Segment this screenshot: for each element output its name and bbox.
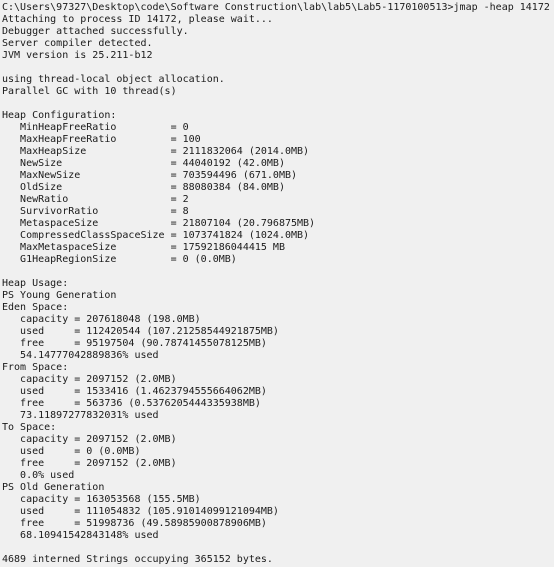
terminal-line: free = 2097152 (2.0MB) — [2, 458, 177, 469]
terminal-line: 68.10941542843148% used — [2, 530, 159, 541]
terminal-line: SurvivorRatio = 8 — [2, 206, 189, 217]
terminal-line: NewRatio = 2 — [2, 194, 189, 205]
terminal-line: To Space: — [2, 422, 57, 433]
terminal-line: capacity = 2097152 (2.0MB) — [2, 434, 177, 445]
terminal-line: Attaching to process ID 14172, please wa… — [2, 14, 273, 25]
terminal-line: Parallel GC with 10 thread(s) — [2, 86, 177, 97]
terminal-line: capacity = 163053568 (155.5MB) — [2, 494, 201, 505]
terminal-line: free = 51998736 (49.58985900878906MB) — [2, 518, 267, 529]
terminal-line: MaxHeapFreeRatio = 100 — [2, 134, 201, 145]
terminal-line: using thread-local object allocation. — [2, 74, 225, 85]
terminal-line: free = 95197504 (90.78741455078125MB) — [2, 338, 267, 349]
terminal-line: capacity = 2097152 (2.0MB) — [2, 374, 177, 385]
terminal-output-area[interactable]: C:\Users\97327\Desktop\code\Software Con… — [0, 0, 554, 567]
terminal-line: used = 111054832 (105.91014099121094MB) — [2, 506, 279, 517]
terminal-line: From Space: — [2, 362, 69, 373]
terminal-line: JVM version is 25.211-b12 — [2, 50, 153, 61]
terminal-line: OldSize = 88080384 (84.0MB) — [2, 182, 285, 193]
terminal-line: MaxMetaspaceSize = 17592186044415 MB — [2, 242, 285, 253]
terminal-prompt-line: C:\Users\97327\Desktop\code\Software Con… — [2, 2, 550, 13]
terminal-line: PS Old Generation — [2, 482, 105, 493]
terminal-line: MetaspaceSize = 21807104 (20.796875MB) — [2, 218, 316, 229]
terminal-line: PS Young Generation — [2, 290, 117, 301]
terminal-line: MinHeapFreeRatio = 0 — [2, 122, 189, 133]
terminal-line: G1HeapRegionSize = 0 (0.0MB) — [2, 254, 237, 265]
terminal-line: 54.14777042889836% used — [2, 350, 159, 361]
terminal-line: CompressedClassSpaceSize = 1073741824 (1… — [2, 230, 310, 241]
terminal-line: used = 112420544 (107.21258544921875MB) — [2, 326, 279, 337]
terminal-line: MaxNewSize = 703594496 (671.0MB) — [2, 170, 298, 181]
terminal-line: capacity = 207618048 (198.0MB) — [2, 314, 201, 325]
terminal-line: Heap Configuration: — [2, 110, 117, 121]
terminal-line: used = 1533416 (1.4623794555664062MB) — [2, 386, 267, 397]
terminal-line: MaxHeapSize = 2111832064 (2014.0MB) — [2, 146, 310, 157]
terminal-line: Server compiler detected. — [2, 38, 153, 49]
terminal-line: Heap Usage: — [2, 278, 69, 289]
terminal-line: 4689 interned Strings occupying 365152 b… — [2, 554, 273, 565]
terminal-line: Debugger attached successfully. — [2, 26, 189, 37]
terminal-line: 73.11897277832031% used — [2, 410, 159, 421]
terminal-line: free = 563736 (0.5376205444335938MB) — [2, 398, 261, 409]
terminal-line: 0.0% used — [2, 470, 75, 481]
terminal-line: NewSize = 44040192 (42.0MB) — [2, 158, 285, 169]
terminal-line: Eden Space: — [2, 302, 69, 313]
terminal-line: used = 0 (0.0MB) — [2, 446, 141, 457]
